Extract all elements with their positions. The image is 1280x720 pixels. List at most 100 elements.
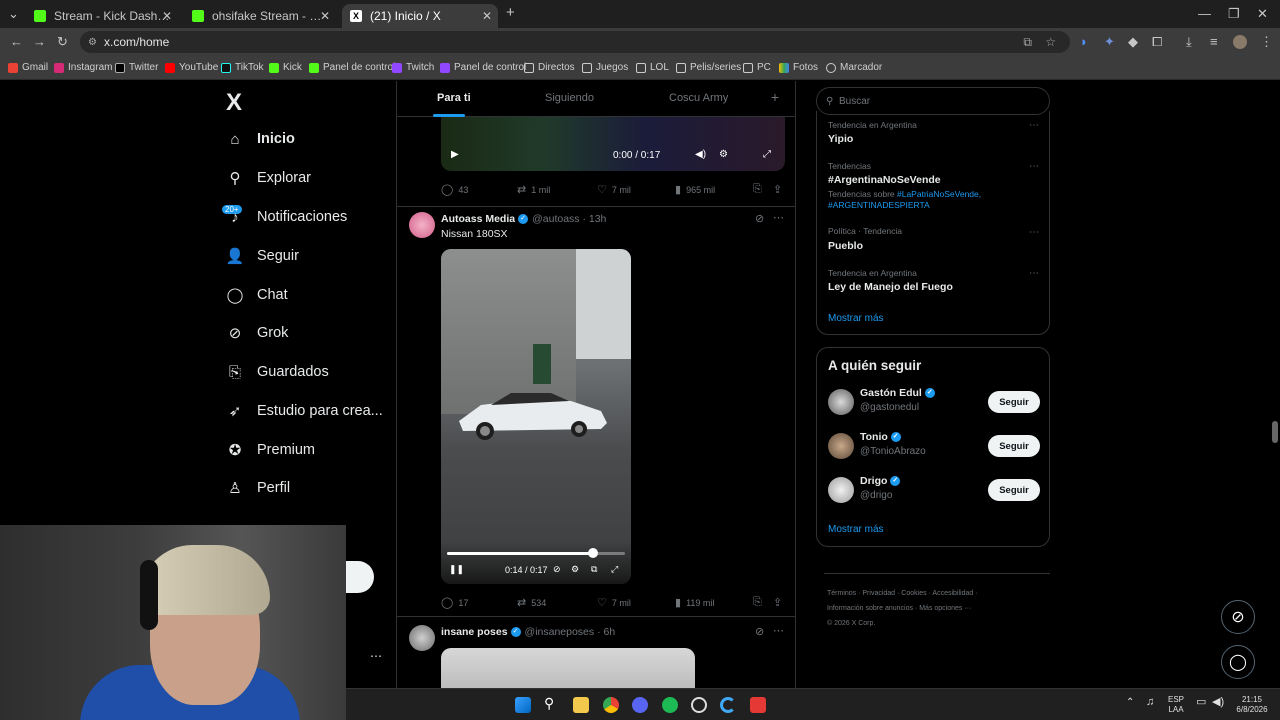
like-button[interactable]: ♡ 7 mil — [597, 596, 631, 609]
trend-title[interactable]: Pueblo — [828, 240, 863, 252]
follow-suggestion[interactable]: Tonio ✓ @TonioAbrazo Seguir — [828, 431, 1040, 463]
repost-button[interactable]: ⇄ 1 mil — [517, 183, 550, 196]
app-icon[interactable] — [750, 697, 766, 713]
extension-icon[interactable]: ✦ — [1104, 34, 1115, 50]
bookmark-folder-pc[interactable]: PC — [743, 62, 771, 73]
footer-line[interactable]: Términos · Privacidad · Cookies · Accesi… — [827, 586, 1047, 601]
pause-icon[interactable]: ❚❚ — [449, 564, 464, 575]
bookmark-kick[interactable]: Kick — [269, 62, 302, 73]
grok-float-button[interactable]: ⊘ — [1221, 600, 1255, 634]
reload-icon[interactable]: ↻ — [57, 34, 68, 50]
share-button[interactable]: ⇪ — [773, 183, 787, 196]
nav-notificaciones[interactable]: ♪ Notificaciones — [226, 204, 347, 230]
tab-siguiendo[interactable]: Siguiendo — [545, 92, 594, 104]
play-icon[interactable]: ▶ — [451, 149, 459, 160]
fullscreen-icon[interactable]: ⤢ — [763, 149, 771, 160]
bookmark-folder-lol[interactable]: LOL — [636, 62, 669, 73]
grok-icon[interactable]: ⊘ — [755, 212, 764, 225]
post-menu-icon[interactable]: ⋯ — [773, 624, 784, 637]
views-button[interactable]: ▮ 119 mil — [675, 596, 714, 609]
post-menu-icon[interactable]: ⋯ — [773, 211, 784, 224]
follow-suggestion[interactable]: Gastón Edul ✓ @gastonedul Seguir — [828, 387, 1040, 419]
trend-menu-icon[interactable]: ⋯ — [1029, 268, 1039, 279]
microphone-icon[interactable]: ♫ — [1146, 697, 1154, 708]
volume-icon[interactable]: ◀) — [695, 149, 706, 160]
avatar[interactable] — [828, 389, 854, 415]
close-tab-icon[interactable]: ✕ — [482, 9, 492, 23]
video-scrubber-handle[interactable] — [587, 548, 598, 558]
download-icon[interactable]: ⤓ — [1186, 34, 1192, 50]
cast-icon[interactable]: ⧉ — [1023, 35, 1032, 50]
follow-button[interactable]: Seguir — [988, 435, 1040, 457]
like-button[interactable]: ♡ 7 mil — [597, 183, 631, 196]
post-media-image[interactable] — [441, 648, 695, 688]
trend-title[interactable]: Yipio — [828, 133, 853, 145]
media-icon[interactable]: ≡ — [1210, 34, 1218, 49]
follow-suggestion[interactable]: Drigo ✓ @drigo Seguir — [828, 475, 1040, 507]
profile-avatar[interactable] — [1233, 35, 1247, 49]
app-icon[interactable] — [720, 697, 736, 713]
trend-title[interactable]: #ArgentinaNoSeVende — [828, 174, 941, 186]
forward-icon[interactable]: → — [33, 34, 46, 49]
minimize-icon[interactable]: — — [1198, 6, 1211, 21]
post-time[interactable]: · 13h — [582, 213, 606, 225]
repost-button[interactable]: ⇄ 534 — [517, 596, 546, 609]
footer-line[interactable]: Información sobre anuncios · Más opcione… — [827, 601, 1047, 616]
bookmark-youtube[interactable]: YouTube — [165, 62, 218, 73]
search-icon[interactable]: ⚲ — [544, 695, 560, 711]
language-indicator[interactable]: ESP LAA — [1168, 695, 1184, 715]
suggestion-name[interactable]: Drigo ✓ — [860, 475, 904, 487]
close-tab-icon[interactable]: ✕ — [162, 9, 172, 23]
tab-coscu-army[interactable]: Coscu Army — [669, 92, 728, 104]
show-more-trends-link[interactable]: Mostrar más — [828, 313, 884, 324]
mute-icon[interactable]: ⊘ — [553, 564, 561, 575]
browser-menu-icon[interactable]: ⋮ — [1260, 34, 1273, 50]
back-icon[interactable]: ← — [10, 34, 23, 49]
bookmark-marcador[interactable]: Marcador — [826, 62, 882, 73]
reply-button[interactable]: ◯ 43 — [441, 183, 468, 196]
nav-guardados[interactable]: ⎘ Guardados — [226, 359, 329, 385]
nav-seguir[interactable]: 👤 Seguir — [226, 243, 299, 269]
more-options-icon[interactable]: ⋯ — [370, 649, 382, 663]
grok-icon[interactable]: ⊘ — [755, 625, 764, 638]
fullscreen-icon[interactable]: ⤢ — [611, 564, 618, 575]
trend-menu-icon[interactable]: ⋯ — [1029, 227, 1039, 238]
extension-icon[interactable]: ◗ — [1080, 34, 1088, 49]
author-name[interactable]: insane poses — [441, 626, 508, 638]
maximize-icon[interactable]: ❐ — [1228, 6, 1240, 22]
bookmark-folder-pelis[interactable]: Pelis/series — [676, 62, 741, 73]
chrome-icon[interactable] — [603, 697, 619, 713]
author-avatar[interactable] — [409, 212, 435, 238]
nav-grok[interactable]: ⊘ Grok — [226, 320, 289, 346]
x-logo[interactable]: X — [226, 89, 242, 117]
suggestion-name[interactable]: Tonio ✓ — [860, 431, 905, 443]
bookmark-twitch[interactable]: Twitch — [392, 62, 434, 73]
video-player-previous[interactable]: ▶ 0:00 / 0:17 ◀) ⚙ ⤢ — [441, 117, 785, 171]
avatar[interactable] — [828, 433, 854, 459]
trend-title[interactable]: Ley de Manejo del Fuego — [828, 281, 953, 293]
post-button[interactable] — [346, 561, 374, 593]
bookmark-fotos[interactable]: Fotos — [779, 62, 818, 73]
bookmark-panel-control-twitch[interactable]: Panel de control — [440, 62, 526, 73]
video-progress-bar[interactable] — [447, 548, 625, 558]
volume-icon[interactable]: ◀) — [1212, 697, 1224, 708]
obs-icon[interactable] — [691, 697, 707, 713]
close-tab-icon[interactable]: ✕ — [320, 9, 330, 23]
video-player[interactable]: ❚❚ 0:14 / 0:17 ⊘ ⚙ ⧉ ⤢ — [441, 249, 631, 584]
avatar[interactable] — [828, 477, 854, 503]
nav-premium[interactable]: ✪ Premium — [226, 437, 315, 463]
nav-estudio[interactable]: ➶ Estudio para crea... — [226, 398, 383, 424]
reply-button[interactable]: ◯ 17 — [441, 596, 468, 609]
browser-tab-x-home[interactable]: X (21) Inicio / X ✕ — [342, 4, 498, 28]
bookmark-folder-directos[interactable]: Directos — [524, 62, 575, 73]
start-icon[interactable] — [515, 697, 531, 713]
follow-button[interactable]: Seguir — [988, 479, 1040, 501]
display-icon[interactable]: ▭ — [1196, 697, 1206, 708]
clock[interactable]: 21:15 6/8/2026 — [1232, 695, 1272, 715]
bookmark-post-button[interactable]: ⎘ — [753, 596, 767, 609]
nav-explorar[interactable]: ⚲ Explorar — [226, 165, 312, 191]
share-button[interactable]: ⇪ — [773, 596, 787, 609]
bookmark-tiktok[interactable]: TikTok — [221, 62, 264, 73]
add-tab-icon[interactable]: + — [771, 89, 779, 105]
author-handle[interactable]: @insaneposes — [525, 626, 595, 638]
